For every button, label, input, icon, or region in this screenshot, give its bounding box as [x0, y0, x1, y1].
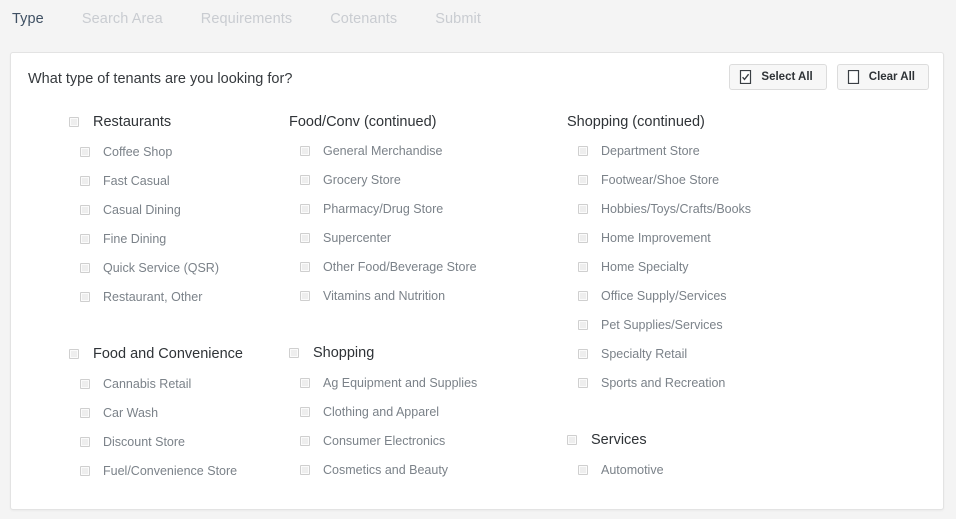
tenant-type-card: What type of tenants are you looking for… — [10, 52, 944, 510]
card-header-actions: Select All Clear All — [729, 64, 929, 90]
wizard-tab-submit[interactable]: Submit — [435, 11, 481, 27]
select-all-label: Select All — [761, 71, 812, 83]
wizard-tab-cotenants[interactable]: Cotenants — [330, 11, 397, 27]
clear-all-button[interactable]: Clear All — [837, 64, 929, 90]
clear-all-label: Clear All — [869, 71, 915, 83]
page-title: What type of tenants are you looking for… — [28, 71, 292, 87]
tenant-type-columns: RestaurantsCoffee ShopFast CasualCasual … — [11, 107, 943, 509]
wizard-tabbar: Type Search Area Requirements Cotenants Subm… — [0, 0, 956, 38]
wizard-tab-requirements[interactable]: Requirements — [201, 11, 292, 27]
document-blank-icon — [847, 70, 860, 84]
select-all-button[interactable]: Select All — [729, 64, 826, 90]
document-check-icon — [739, 70, 752, 84]
wizard-tab-search-area[interactable]: Search Area — [82, 11, 163, 27]
column-4: Services (continued)Banks and FinancialD… — [347, 107, 956, 509]
wizard-tab-type[interactable]: Type — [12, 11, 44, 27]
card-header: What type of tenants are you looking for… — [11, 53, 943, 107]
